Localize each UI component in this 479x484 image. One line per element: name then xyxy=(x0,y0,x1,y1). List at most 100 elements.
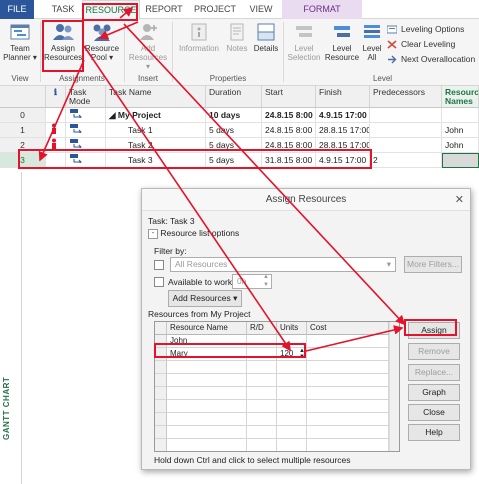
tab-project[interactable]: PROJECT xyxy=(190,0,240,19)
replace-button[interactable]: Replace... xyxy=(408,364,460,381)
clear-leveling-button[interactable]: Clear Leveling xyxy=(387,38,479,51)
start-cell[interactable]: 24.8.15 8:00 xyxy=(262,123,316,138)
empty-cell[interactable] xyxy=(167,400,247,413)
empty-cell[interactable] xyxy=(247,439,277,451)
predecessors-cell[interactable] xyxy=(370,123,442,138)
help-button[interactable]: Help xyxy=(408,424,460,441)
empty-cell[interactable] xyxy=(307,439,389,451)
add-resources-ribbon-button[interactable]: Add Resources ▾ xyxy=(128,22,168,71)
tab-view[interactable]: VIEW xyxy=(244,0,278,19)
header-duration[interactable]: Duration xyxy=(206,86,262,108)
duration-cell[interactable]: 10 days xyxy=(206,108,262,123)
predecessors-cell[interactable] xyxy=(370,138,442,153)
resource-names-cell[interactable] xyxy=(442,108,479,123)
task-mode-cell[interactable] xyxy=(66,108,106,123)
duration-cell[interactable]: 5 days xyxy=(206,123,262,138)
row-number[interactable]: 0 xyxy=(0,108,46,123)
empty-cell[interactable] xyxy=(307,400,389,413)
row-selector[interactable] xyxy=(155,400,167,413)
gantt-chart-view-label[interactable]: GANTT CHART xyxy=(2,370,16,440)
empty-cell[interactable] xyxy=(277,387,307,400)
column-rd[interactable]: R/D xyxy=(247,322,277,335)
spinner-icon[interactable]: ▲ ▼ xyxy=(263,273,269,289)
more-filters-button[interactable]: More Filters... xyxy=(404,256,462,273)
header-start[interactable]: Start xyxy=(262,86,316,108)
task-name-cell[interactable]: Task 1 xyxy=(106,123,206,138)
finish-cell[interactable]: 4.9.15 17:00 xyxy=(316,108,370,123)
graph-button[interactable]: Graph xyxy=(408,384,460,401)
column-units[interactable]: Units xyxy=(277,322,307,335)
row-selector[interactable] xyxy=(155,374,167,387)
row-selector[interactable] xyxy=(155,413,167,426)
team-planner-button[interactable]: Team Planner ▾ xyxy=(2,22,38,62)
level-selection-button[interactable]: Level Selection xyxy=(286,22,322,62)
empty-cell[interactable] xyxy=(307,361,389,374)
column-resource-name[interactable]: Resource Name xyxy=(167,322,247,335)
empty-cell[interactable] xyxy=(247,413,277,426)
header-task-name[interactable]: Task Name xyxy=(106,86,206,108)
information-button[interactable]: Information xyxy=(176,22,222,53)
start-cell[interactable]: 24.8.15 8:00 xyxy=(262,108,316,123)
remove-button[interactable]: Remove xyxy=(408,343,460,360)
close-button[interactable]: Close xyxy=(408,404,460,421)
empty-cell[interactable] xyxy=(277,413,307,426)
empty-cell[interactable] xyxy=(277,374,307,387)
empty-cell[interactable] xyxy=(167,426,247,439)
predecessors-cell[interactable]: 2 xyxy=(370,153,442,168)
notes-button[interactable]: Notes xyxy=(224,22,250,53)
close-icon[interactable]: ✕ xyxy=(455,189,464,211)
resource-names-cell[interactable]: John xyxy=(442,138,479,153)
resource-names-cell[interactable]: John xyxy=(442,123,479,138)
empty-cell[interactable] xyxy=(307,413,389,426)
task-mode-cell[interactable] xyxy=(66,123,106,138)
empty-cell[interactable] xyxy=(247,426,277,439)
empty-cell[interactable] xyxy=(167,374,247,387)
header-indicators[interactable]: ℹ xyxy=(46,86,66,108)
empty-cell[interactable] xyxy=(307,387,389,400)
column-cost[interactable]: Cost xyxy=(307,322,389,335)
filter-select[interactable]: All Resources ▾ xyxy=(170,257,396,272)
next-overallocation-button[interactable]: Next Overallocation xyxy=(387,53,479,66)
empty-cell[interactable] xyxy=(307,426,389,439)
header-resource-names[interactable]: Resource Names xyxy=(442,86,479,108)
collapse-triangle-icon[interactable]: ◢ xyxy=(109,110,118,120)
filter-by-checkbox[interactable] xyxy=(154,260,164,270)
empty-cell[interactable] xyxy=(247,387,277,400)
tab-report[interactable]: REPORT xyxy=(142,0,186,19)
header-predecessors[interactable]: Predecessors xyxy=(370,86,442,108)
row-selector[interactable] xyxy=(155,426,167,439)
details-button[interactable]: Details xyxy=(252,22,280,53)
cost-cell[interactable] xyxy=(307,335,389,348)
header-task-mode[interactable]: Task Mode xyxy=(66,86,106,108)
header-finish[interactable]: Finish xyxy=(316,86,370,108)
empty-cell[interactable] xyxy=(247,400,277,413)
empty-cell[interactable] xyxy=(167,361,247,374)
empty-cell[interactable] xyxy=(277,439,307,451)
empty-cell[interactable] xyxy=(167,387,247,400)
cost-cell[interactable] xyxy=(307,348,389,361)
empty-cell[interactable] xyxy=(307,374,389,387)
available-to-work-checkbox[interactable] xyxy=(154,277,164,287)
empty-cell[interactable] xyxy=(277,426,307,439)
tab-task[interactable]: TASK xyxy=(44,0,82,19)
empty-cell[interactable] xyxy=(277,400,307,413)
row-number[interactable]: 1 xyxy=(0,123,46,138)
level-all-button[interactable]: Level All xyxy=(361,22,383,62)
predecessors-cell[interactable] xyxy=(370,108,442,123)
empty-cell[interactable] xyxy=(247,361,277,374)
vertical-scrollbar[interactable] xyxy=(389,322,399,451)
row-selector[interactable] xyxy=(155,387,167,400)
resource-list-options-toggle[interactable]: - Resource list options xyxy=(148,228,239,239)
row-selector[interactable] xyxy=(155,361,167,374)
tab-file[interactable]: FILE xyxy=(0,0,34,19)
available-hours-input[interactable]: 0h ▲ ▼ xyxy=(232,274,272,289)
level-resource-button[interactable]: Level Resource xyxy=(324,22,360,62)
empty-cell[interactable] xyxy=(277,361,307,374)
empty-cell[interactable] xyxy=(247,374,277,387)
empty-cell[interactable] xyxy=(167,413,247,426)
resource-names-cell-selected[interactable] xyxy=(442,153,479,168)
empty-cell[interactable] xyxy=(167,439,247,451)
resource-pool-button[interactable]: Resource Pool ▾ xyxy=(84,22,120,62)
tab-format[interactable]: FORMAT xyxy=(282,0,362,19)
task-name-cell[interactable]: ◢ My Project xyxy=(106,108,206,123)
